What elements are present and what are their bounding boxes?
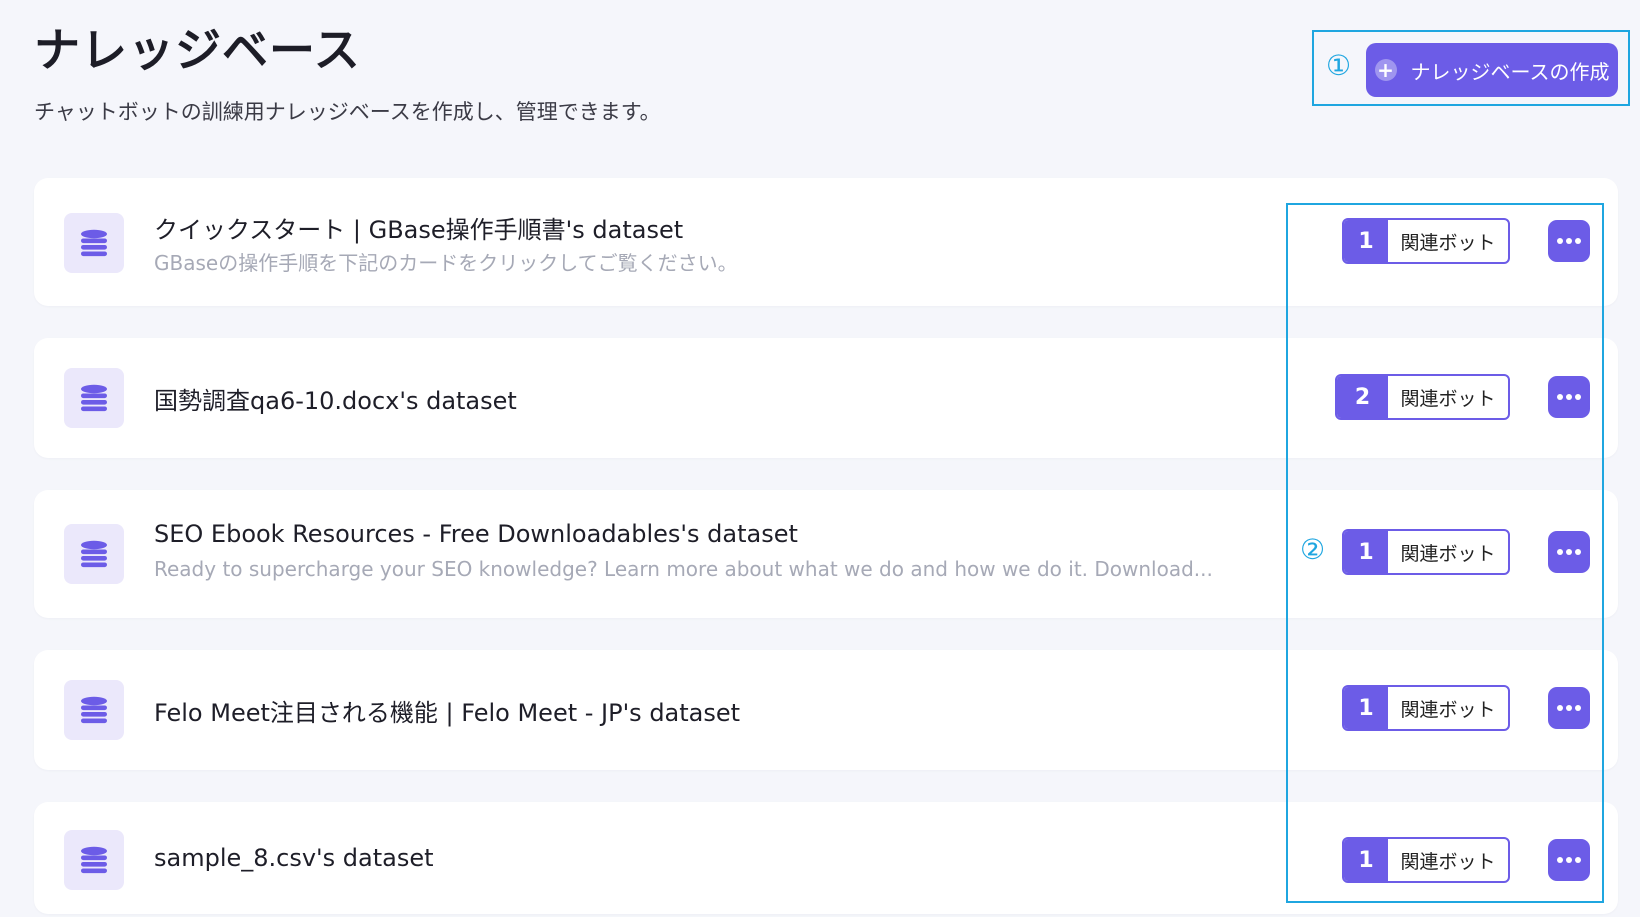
- page-title: ナレッジベース: [34, 23, 361, 77]
- database-icon: [64, 368, 124, 428]
- database-icon: [64, 524, 124, 584]
- page-subtitle: チャットボットの訓練用ナレッジベースを作成し、管理できます。: [34, 100, 661, 124]
- dataset-name: sample_8.csv's dataset: [154, 844, 434, 872]
- annotation-marker-1: ①: [1326, 49, 1352, 82]
- create-knowledge-base-button[interactable]: + ナレッジベースの作成: [1366, 43, 1618, 97]
- knowledge-base-page: ナレッジベース チャットボットの訓練用ナレッジベースを作成し、管理できます。 ①…: [0, 0, 1640, 917]
- database-icon: [64, 680, 124, 740]
- plus-circle-icon: +: [1374, 59, 1397, 81]
- dataset-name: 国勢調査qa6-10.docx's dataset: [154, 387, 517, 415]
- annotation-box-2: [1286, 203, 1604, 903]
- dataset-name: Felo Meet注目される機能 | Felo Meet - JP's data…: [154, 699, 741, 727]
- dataset-name: SEO Ebook Resources - Free Downloadables…: [154, 520, 798, 548]
- dataset-description: GBaseの操作手順を下記のカードをクリックしてご覧ください。: [154, 251, 738, 275]
- database-icon: [64, 213, 124, 273]
- create-button-label: ナレッジベースの作成: [1410, 59, 1610, 84]
- dataset-description: Ready to supercharge your SEO knowledge?…: [154, 557, 1213, 581]
- annotation-marker-2: ②: [1300, 533, 1326, 566]
- dataset-name: クイックスタート | GBase操作手順書's dataset: [154, 216, 684, 244]
- database-icon: [64, 830, 124, 890]
